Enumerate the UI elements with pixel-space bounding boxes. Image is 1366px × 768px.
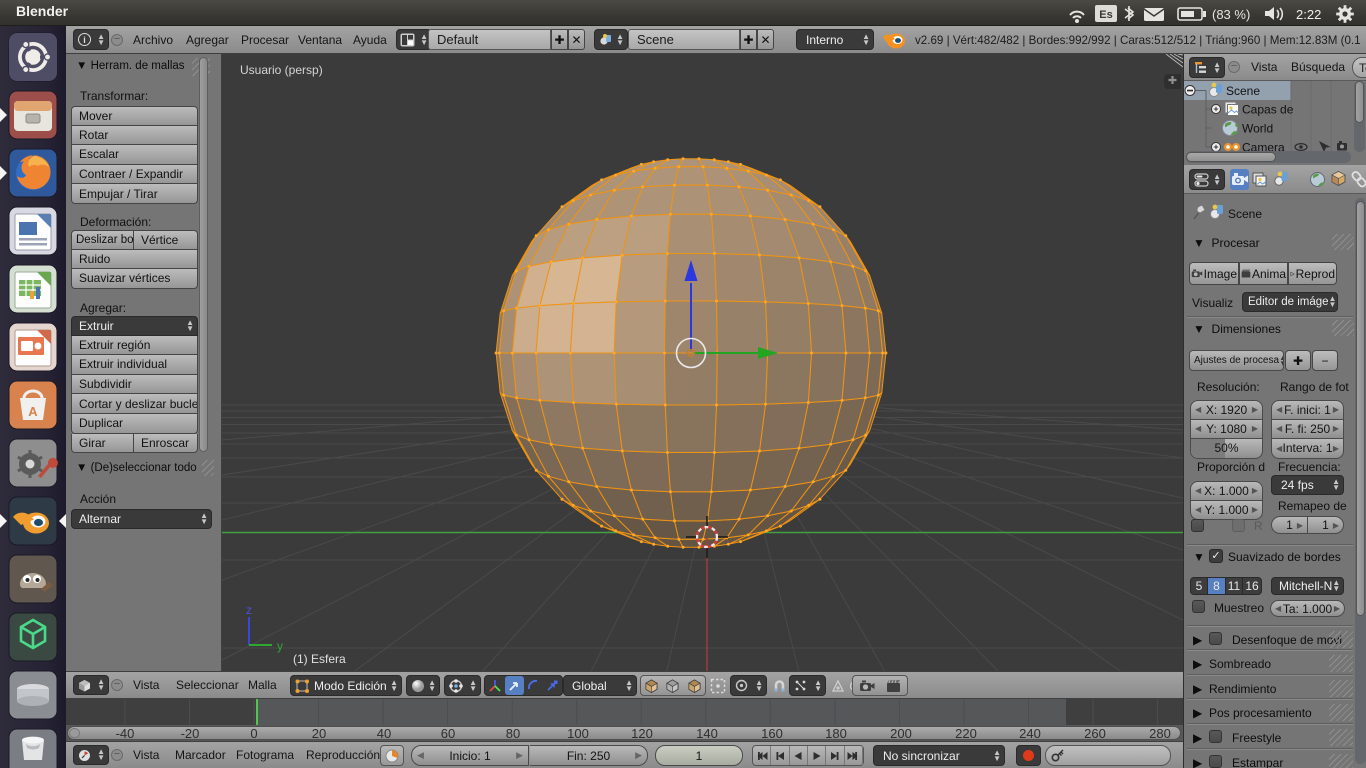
svg-text:Scene: Scene	[1228, 207, 1262, 221]
svg-text:A: A	[28, 404, 38, 419]
svg-text:Scene: Scene	[1226, 84, 1260, 98]
svg-text:World: World	[1242, 122, 1273, 136]
svg-text:2:22: 2:22	[1296, 7, 1321, 22]
svg-text:z: z	[246, 603, 252, 617]
svg-text:Es: Es	[1099, 9, 1112, 21]
svg-text:Capas de: Capas de	[1242, 103, 1294, 117]
svg-text:(83 %): (83 %)	[1212, 7, 1250, 22]
svg-text:y: y	[277, 639, 283, 653]
